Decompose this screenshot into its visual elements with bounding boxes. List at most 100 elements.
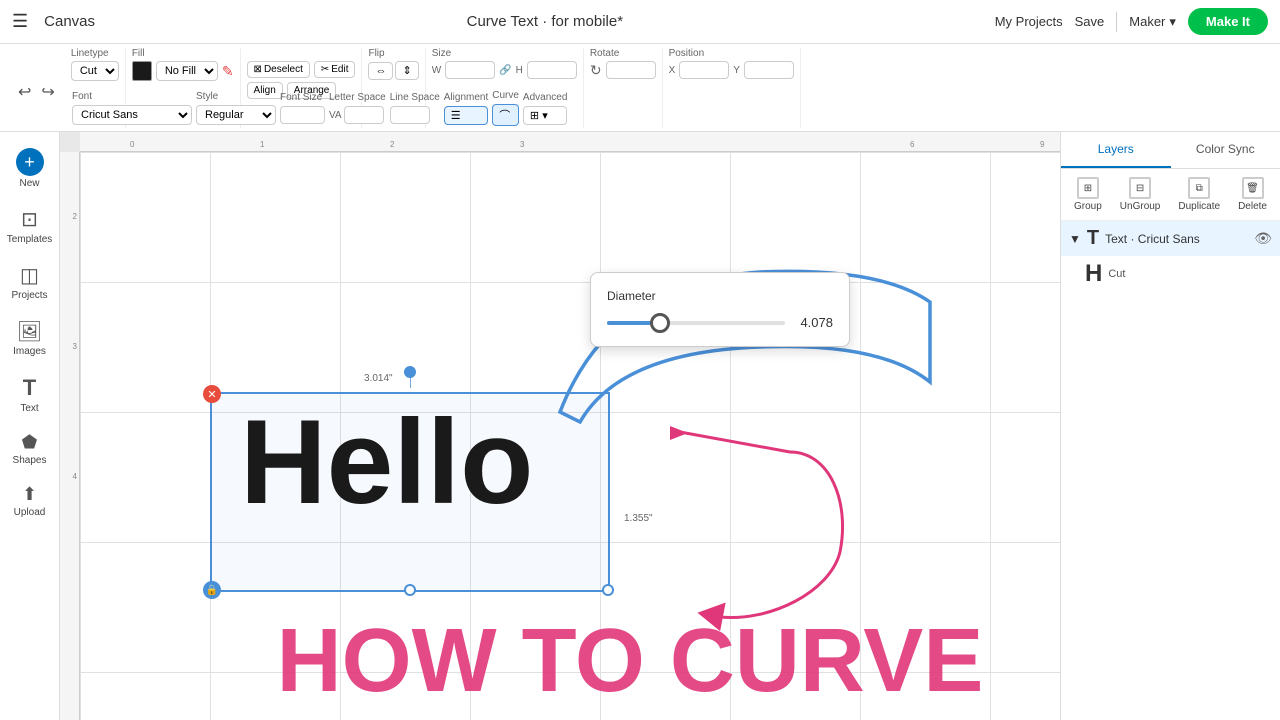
diameter-controls: 4.078: [607, 315, 833, 330]
projects-icon: ◫: [20, 263, 39, 288]
upload-icon: ⬆: [22, 484, 37, 505]
diameter-title: Diameter: [607, 289, 833, 303]
layer-type-icon: T: [1087, 227, 1099, 250]
panel-actions: ⊞ Group ⊟ UnGroup ⧉ Duplicate 🗑 Delete: [1061, 169, 1280, 221]
font-size-input[interactable]: 72: [280, 106, 325, 124]
tab-color-sync[interactable]: Color Sync: [1171, 132, 1280, 168]
main-layout: + New ⊡ Templates ◫ Projects 🖼 Images T …: [0, 132, 1280, 720]
new-icon: +: [16, 148, 44, 176]
font-select[interactable]: Cricut Sans: [72, 105, 192, 125]
size-height-input[interactable]: 1.001: [527, 61, 577, 79]
edit-pen-icon[interactable]: ✎: [222, 63, 234, 80]
rotate-line: [410, 370, 411, 388]
left-sidebar: + New ⊡ Templates ◫ Projects 🖼 Images T …: [0, 132, 60, 720]
sidebar-upload-label: Upload: [14, 507, 46, 518]
size-width-input[interactable]: 2.668: [445, 61, 495, 79]
rotate-icon: ↻: [590, 62, 602, 79]
sublayer-type-icon: H: [1085, 260, 1102, 288]
make-it-button[interactable]: Make It: [1188, 8, 1268, 35]
style-select[interactable]: Regular: [196, 105, 276, 125]
letter-space-input[interactable]: 1.2: [344, 106, 384, 124]
layer-item[interactable]: ▼ T Text · Cricut Sans 👁: [1061, 221, 1280, 256]
canvas-area[interactable]: 0 1 2 3 6 9 2 3 4 HOW TO CURVE TEXT IN C…: [60, 132, 1060, 720]
deselect-button[interactable]: ⊠ Deselect: [247, 61, 310, 78]
right-panel: Layers Color Sync ⊞ Group ⊟ UnGroup ⧉ Du…: [1060, 132, 1280, 720]
undo-button[interactable]: ↩: [14, 80, 35, 104]
redo-button[interactable]: ↪: [37, 80, 58, 104]
curve-section: Curve ⌒: [492, 90, 519, 126]
edit-button[interactable]: ✂ Edit: [314, 61, 356, 78]
sidebar-item-projects[interactable]: ◫ Projects: [3, 255, 57, 309]
menu-icon[interactable]: ☰: [12, 11, 28, 32]
duplicate-action[interactable]: ⧉ Duplicate: [1178, 177, 1220, 212]
sublayer-name: Cut: [1108, 268, 1272, 280]
letter-space-section: Letter Space VA 1.2: [329, 92, 386, 124]
ruler-horizontal: 0 1 2 3 6 9: [80, 132, 1060, 152]
sidebar-item-text[interactable]: T Text: [3, 367, 57, 422]
sidebar-item-new[interactable]: + New: [3, 140, 57, 197]
width-measurement: 3.014": [360, 372, 397, 385]
canvas-content: HOW TO CURVE TEXT IN CRICUT DESIGN SPACE…: [80, 152, 1060, 720]
line-space-input[interactable]: [390, 106, 430, 124]
advanced-button[interactable]: ⊞ ▾: [523, 106, 567, 125]
flip-v-button[interactable]: ⇕: [395, 61, 418, 80]
divider: [1116, 12, 1117, 32]
diameter-thumb[interactable]: [650, 313, 670, 333]
fill-select[interactable]: No Fill: [156, 61, 218, 81]
height-measurement: 1.355": [620, 512, 657, 525]
sublayer-item[interactable]: H Cut: [1061, 256, 1280, 292]
position-y-input[interactable]: 1.306: [744, 61, 794, 79]
bg-text-block: HOW TO CURVE TEXT IN CRICUT DESIGN SPACE…: [180, 612, 1060, 720]
top-bar: ☰ Canvas Curve Text · for mobile* My Pro…: [0, 0, 1280, 44]
delete-action[interactable]: 🗑 Delete: [1238, 177, 1267, 212]
text-icon: T: [23, 375, 36, 401]
group-action[interactable]: ⊞ Group: [1074, 177, 1102, 212]
my-projects-button[interactable]: My Projects: [995, 14, 1063, 29]
close-handle[interactable]: ✕: [203, 385, 221, 403]
flip-h-button[interactable]: ⇔: [368, 62, 393, 80]
position-x-input[interactable]: 1.057: [679, 61, 729, 79]
layer-name: Text · Cricut Sans: [1105, 232, 1248, 246]
sidebar-item-upload[interactable]: ⬆ Upload: [3, 476, 57, 526]
size-label: Size: [432, 48, 451, 59]
diameter-popup: Diameter 4.078: [590, 272, 850, 347]
diameter-slider[interactable]: [607, 321, 785, 325]
duplicate-icon: ⧉: [1188, 177, 1210, 199]
group-icon: ⊞: [1077, 177, 1099, 199]
bottom-mid-handle[interactable]: [404, 584, 416, 596]
ungroup-action[interactable]: ⊟ UnGroup: [1120, 177, 1161, 212]
undo-redo-section: ↩ ↪: [8, 48, 65, 128]
sidebar-item-images[interactable]: 🖼 Images: [3, 311, 57, 365]
linetype-label: Linetype: [71, 48, 109, 59]
topbar-right: My Projects Save Maker ▾ Make It: [995, 8, 1268, 35]
position-section: Position X 1.057 Y 1.306: [663, 48, 801, 128]
toolbar: ↩ ↪ Linetype Cut Fill No Fill ✎ . ⊠ Dese…: [0, 44, 1280, 132]
ungroup-icon: ⊟: [1129, 177, 1151, 199]
deselect-icon: ⊠: [254, 64, 262, 75]
sidebar-projects-label: Projects: [11, 290, 47, 301]
alignment-button[interactable]: ☰: [444, 106, 488, 125]
lock-handle[interactable]: 🔒: [203, 581, 221, 599]
bg-text-line1: HOW TO CURVE TEXT: [180, 612, 1060, 720]
visibility-icon[interactable]: 👁: [1254, 230, 1272, 247]
rotate-input[interactable]: 0: [606, 61, 656, 79]
sidebar-item-templates[interactable]: ⊡ Templates: [3, 199, 57, 253]
sidebar-item-shapes[interactable]: ⬟ Shapes: [3, 424, 57, 474]
ruler-vertical: 2 3 4: [60, 152, 80, 720]
curve-button[interactable]: ⌒: [492, 104, 519, 126]
rotate-label: Rotate: [590, 48, 619, 59]
flip-label: Flip: [368, 48, 384, 59]
images-icon: 🖼: [17, 319, 42, 344]
sidebar-templates-label: Templates: [7, 234, 53, 245]
linetype-select[interactable]: Cut: [71, 61, 119, 81]
bottom-right-handle[interactable]: [602, 584, 614, 596]
position-label: Position: [669, 48, 705, 59]
maker-button[interactable]: Maker ▾: [1129, 14, 1176, 30]
style-section: Style Regular: [196, 91, 276, 125]
tab-layers[interactable]: Layers: [1061, 132, 1171, 168]
save-button[interactable]: Save: [1075, 14, 1105, 29]
color-swatch[interactable]: [132, 61, 152, 81]
document-title: Curve Text · for mobile*: [467, 13, 623, 30]
font-size-section: Font Size 72: [280, 92, 325, 124]
expand-icon[interactable]: ▼: [1069, 232, 1081, 246]
